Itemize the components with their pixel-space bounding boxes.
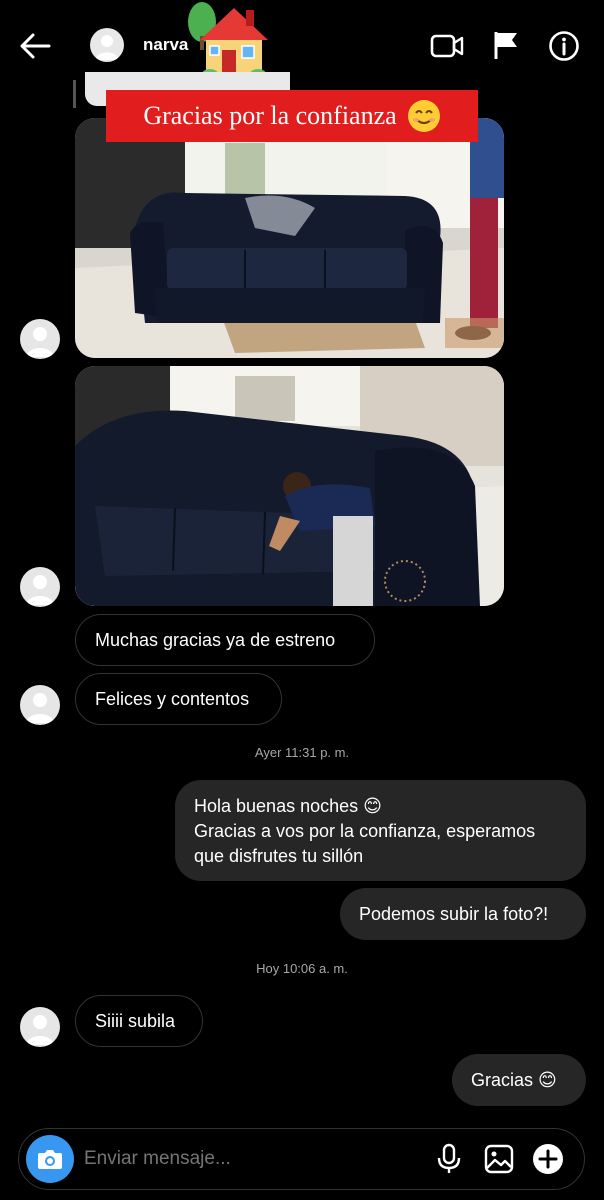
sender-avatar[interactable] xyxy=(20,1007,60,1047)
sofa-photo-1[interactable] xyxy=(75,118,504,358)
message-bubble-incoming[interactable]: Muchas gracias ya de estreno xyxy=(75,614,375,666)
sofa-image xyxy=(75,366,504,606)
flag-icon[interactable] xyxy=(492,30,520,60)
camera-button[interactable] xyxy=(26,1135,74,1183)
message-bubble-incoming[interactable]: Felices y contentos xyxy=(75,673,282,725)
back-arrow-icon[interactable] xyxy=(18,30,52,62)
house-emoji-icon xyxy=(186,2,278,82)
avatar-placeholder-icon xyxy=(26,575,54,605)
message-text: Podemos subir la foto?! xyxy=(359,903,549,924)
reply-quote-bar xyxy=(73,80,76,108)
gallery-icon[interactable] xyxy=(484,1144,514,1174)
avatar-placeholder-icon xyxy=(26,693,54,723)
sender-avatar[interactable] xyxy=(20,567,60,607)
message-bubble-incoming[interactable]: Siiii subila xyxy=(75,995,203,1047)
microphone-icon[interactable] xyxy=(436,1143,462,1175)
sender-avatar[interactable] xyxy=(20,319,60,359)
sender-avatar[interactable] xyxy=(20,685,60,725)
message-text: Siiii subila xyxy=(95,1010,176,1031)
camera-icon xyxy=(38,1150,62,1169)
info-icon[interactable] xyxy=(548,30,580,62)
message-input[interactable] xyxy=(84,1148,414,1170)
message-line: que disfrutes tu sillón xyxy=(194,846,364,866)
message-text: Muchas gracias ya de estreno xyxy=(95,629,336,650)
smiling-face-emoji-icon xyxy=(407,100,440,132)
avatar-placeholder-icon xyxy=(95,35,119,60)
add-icon[interactable] xyxy=(532,1143,564,1175)
sofa-photo-2[interactable] xyxy=(75,366,504,606)
avatar-placeholder-icon xyxy=(26,1015,54,1045)
message-bubble-outgoing[interactable]: Hola buenas noches 😊 Gracias a vos por l… xyxy=(175,780,586,881)
message-bubble-outgoing[interactable]: Gracias 😊 xyxy=(452,1054,586,1106)
message-bubble-outgoing[interactable]: Podemos subir la foto?! xyxy=(340,888,586,940)
avatar[interactable] xyxy=(90,28,124,62)
sofa-image xyxy=(75,118,504,358)
timestamp: Hoy 10:06 a. m. xyxy=(256,961,348,976)
message-line: Gracias a vos por la confianza, esperamo… xyxy=(194,821,536,841)
message-text: Felices y contentos xyxy=(95,688,250,709)
video-icon[interactable] xyxy=(430,32,464,60)
message-text: Gracias 😊 xyxy=(471,1069,557,1090)
message-line: Hola buenas noches 😊 xyxy=(194,796,382,816)
promo-banner: Gracias por la confianza xyxy=(106,90,478,142)
timestamp: Ayer 11:31 p. m. xyxy=(254,745,350,760)
avatar-placeholder-icon xyxy=(26,327,54,357)
banner-text: Gracias por la confianza xyxy=(143,101,397,130)
